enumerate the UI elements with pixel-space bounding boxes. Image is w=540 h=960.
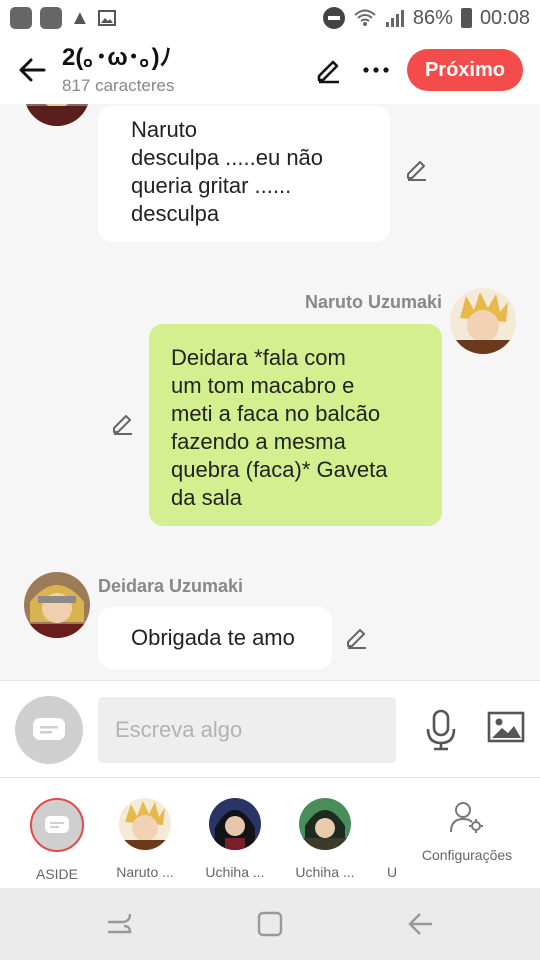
battery-percent: 86% <box>412 6 453 29</box>
edit-message-icon[interactable] <box>404 156 430 182</box>
home-icon[interactable] <box>257 910 283 938</box>
next-button[interactable]: Próximo <box>406 49 523 91</box>
chat-title: 2(｡･ω･｡)ﾉ <box>62 44 172 71</box>
avatar-naruto[interactable] <box>450 288 516 354</box>
wifi-icon <box>354 9 376 26</box>
aside-toggle-button[interactable] <box>15 696 83 764</box>
more-options-icon[interactable] <box>363 66 389 74</box>
microphone-icon[interactable] <box>424 709 458 751</box>
chat-area[interactable]: Naruto desculpa .....eu não queria grita… <box>0 104 540 680</box>
avatar[interactable] <box>24 104 90 126</box>
status-bar: ▲ 86% 00:08 <box>0 0 540 36</box>
settings-button[interactable]: Configurações <box>412 800 522 863</box>
chat-bubble-icon <box>33 718 65 740</box>
message-bubble[interactable]: Deidara *fala com um tom macabro e meti … <box>149 324 442 526</box>
character-switcher: ASIDE Naruto ... Uchiha ... Uchiha ... U… <box>0 778 540 888</box>
sender-name: Deidara Uzumaki <box>98 576 244 596</box>
character-label: U <box>386 864 398 880</box>
avatar-deidara[interactable] <box>24 572 90 638</box>
battery-icon <box>460 8 472 28</box>
image-upload-icon[interactable] <box>487 711 525 743</box>
edit-pencil-icon[interactable] <box>315 56 343 84</box>
aside-avatar <box>30 798 84 852</box>
message-bubble[interactable]: Naruto desculpa .....eu não queria grita… <box>98 106 390 242</box>
do-not-disturb-icon <box>322 7 345 29</box>
character-label: ASIDE <box>35 866 78 882</box>
character-label: Naruto ... <box>116 864 174 880</box>
character-count: 817 caracteres <box>62 76 175 95</box>
signal-icon <box>385 10 404 27</box>
message-text: Naruto desculpa .....eu não queria grita… <box>131 117 324 226</box>
message-text: Obrigada te amo <box>131 625 295 650</box>
avatar <box>119 798 171 850</box>
notification-icon <box>10 7 32 29</box>
settings-label: Configurações <box>421 847 513 863</box>
character-label: Uchiha ... <box>205 864 265 880</box>
input-bar: Escreva algo <box>0 680 540 778</box>
edit-message-icon[interactable] <box>110 410 136 436</box>
notification-icon <box>40 7 62 29</box>
sender-name: Naruto Uzumaki <box>304 292 442 312</box>
character-uchiha-1[interactable]: Uchiha ... <box>195 798 275 880</box>
character-aside[interactable]: ASIDE <box>17 798 97 882</box>
message-input[interactable]: Escreva algo <box>98 697 396 763</box>
user-settings-icon <box>450 802 483 833</box>
avatar <box>299 798 351 850</box>
header: 2(｡･ω･｡)ﾉ 817 caracteres Próximo <box>0 36 540 104</box>
image-notification-icon <box>97 10 116 26</box>
recent-apps-icon[interactable] <box>106 910 132 938</box>
back-arrow-icon[interactable] <box>16 54 48 86</box>
back-nav-icon[interactable] <box>408 910 434 938</box>
message-text: Deidara *fala com um tom macabro e meti … <box>171 345 388 510</box>
chat-bubble-icon <box>45 816 69 833</box>
system-nav-bar <box>0 888 540 960</box>
message-bubble[interactable]: Obrigada te amo <box>98 607 332 669</box>
avatar <box>209 798 261 850</box>
clock: 00:08 <box>479 6 530 29</box>
character-naruto[interactable]: Naruto ... <box>105 798 185 880</box>
edit-message-icon[interactable] <box>344 624 370 650</box>
warning-icon: ▲ <box>70 6 90 29</box>
